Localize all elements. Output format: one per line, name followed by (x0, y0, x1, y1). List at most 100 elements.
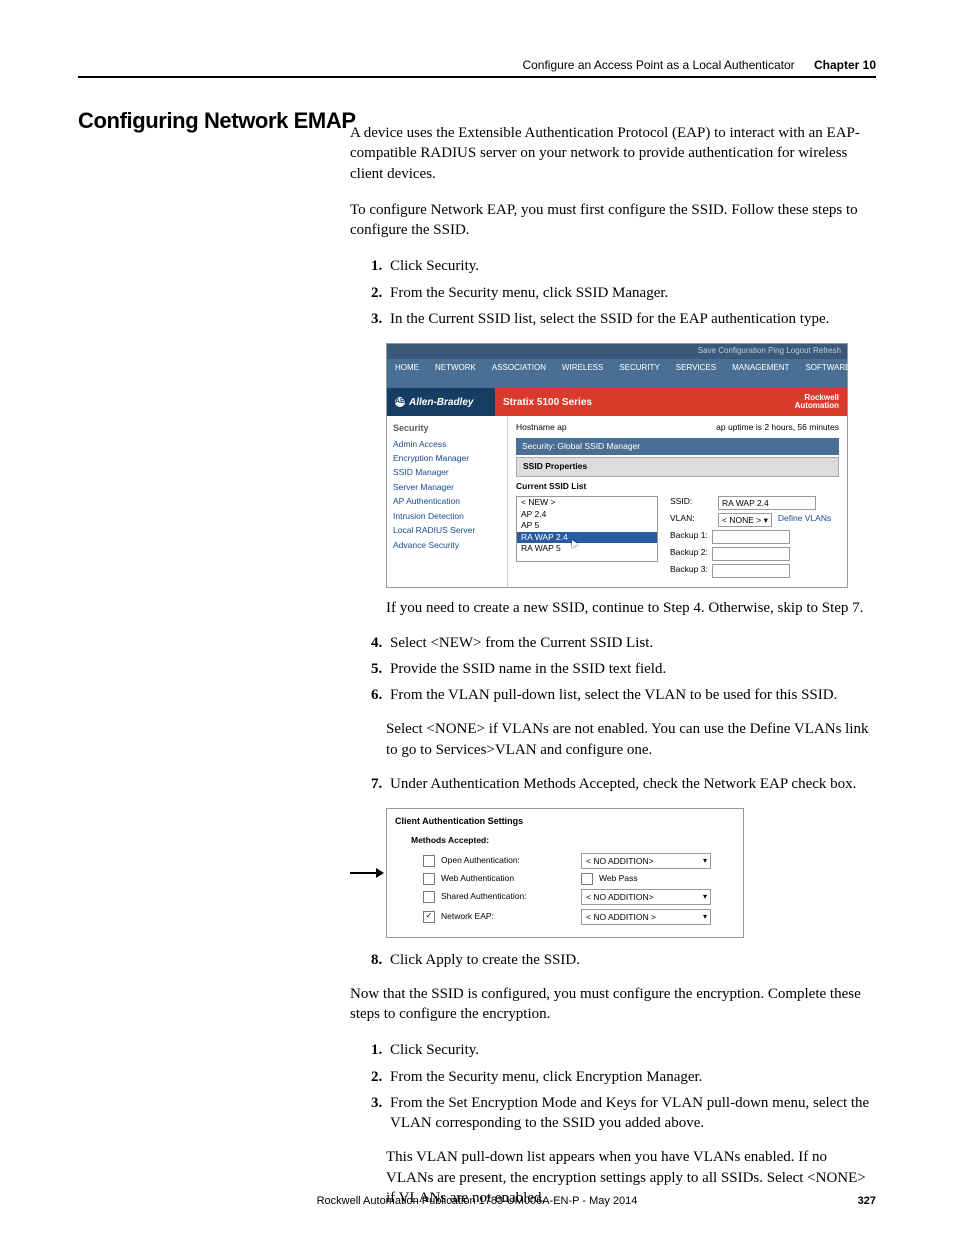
tab-eventlog[interactable]: EVENT LOG (858, 359, 901, 389)
step-3: In the Current SSID list, select the SSI… (386, 309, 876, 329)
vlan-dropdown[interactable]: < NONE > ▾ (718, 513, 772, 527)
step-7: Under Authentication Methods Accepted, c… (386, 774, 876, 794)
backup3-input[interactable] (712, 564, 790, 578)
enc-step-2: From the Security menu, click Encryption… (386, 1067, 876, 1087)
ssid-item-1[interactable]: AP 2.4 (517, 509, 657, 520)
row-web-auth: Web Authentication Web Pass (423, 873, 735, 885)
enc-step-1: Click Security. (386, 1040, 876, 1060)
steps-list-c: Under Authentication Methods Accepted, c… (350, 774, 876, 794)
auth-methods-figure: Client Authentication Settings Methods A… (350, 808, 876, 938)
hostname-label: Hostname ap (516, 422, 567, 433)
nav-tabs: HOME NETWORK ASSOCIATION WIRELESS SECURI… (387, 359, 847, 389)
row-network-eap: ✓ Network EAP: < NO ADDITION > (423, 909, 735, 925)
steps-list-d: Click Apply to create the SSID. (350, 950, 876, 970)
brand-ab-text: Allen-Bradley (409, 396, 473, 410)
backup1-input[interactable] (712, 530, 790, 544)
ssid-item-selected[interactable]: RA WAP 2.4 (517, 532, 657, 543)
nav-admin-access[interactable]: Admin Access (393, 439, 501, 450)
network-eap-label: Network EAP: (441, 911, 581, 922)
callout-arrow-icon (350, 867, 386, 879)
brand-badge-icon: AB (395, 397, 405, 407)
nav-ssid-manager[interactable]: SSID Manager (393, 467, 501, 478)
network-eap-checkbox[interactable]: ✓ (423, 911, 435, 923)
open-auth-dropdown[interactable]: < NO ADDITION> (581, 853, 711, 869)
page-footer: Rockwell Automation Publication 1783-UM0… (78, 1195, 876, 1207)
step-5: Provide the SSID name in the SSID text f… (386, 659, 876, 679)
header-rule (78, 76, 876, 78)
backup2-input[interactable] (712, 547, 790, 561)
left-nav-heading: Security (393, 422, 501, 434)
define-vlans-link[interactable]: Define VLANs (778, 513, 831, 527)
body-column: A device uses the Extensible Authenticat… (350, 108, 876, 1222)
open-auth-checkbox[interactable] (423, 855, 435, 867)
backup3-label: Backup 3: (670, 564, 708, 578)
tab-management[interactable]: MANAGEMENT (724, 359, 797, 389)
brand-series-text: Stratix 5100 Series (503, 396, 592, 410)
ssid-field-label: SSID: (670, 496, 718, 510)
nav-advance-security[interactable]: Advance Security (393, 540, 501, 551)
shared-auth-checkbox[interactable] (423, 891, 435, 903)
intro-para-2: To configure Network EAP, you must first… (350, 200, 876, 241)
encryption-intro: Now that the SSID is configured, you mus… (350, 984, 876, 1025)
auth-settings-heading: Client Authentication Settings (395, 815, 735, 827)
nav-ap-authentication[interactable]: AP Authentication (393, 496, 501, 507)
nav-server-manager[interactable]: Server Manager (393, 482, 501, 493)
after-step6-note: Select <NONE> if VLANs are not enabled. … (386, 719, 876, 760)
ssid-fields: SSID: RA WAP 2.4 VLAN: < NONE > ▾ Define… (670, 496, 831, 581)
section-heading: Configuring Network EMAP (78, 108, 356, 134)
tab-security[interactable]: SECURITY (611, 359, 667, 389)
brand-rockwell: Rockwell Automation (795, 394, 839, 410)
tab-wireless[interactable]: WIRELESS (554, 359, 611, 389)
step-6: From the VLAN pull-down list, select the… (386, 685, 876, 705)
network-eap-dropdown[interactable]: < NO ADDITION > (581, 909, 711, 925)
running-head-text: Configure an Access Point as a Local Aut… (522, 58, 794, 72)
enc-step-3: From the Set Encryption Mode and Keys fo… (386, 1093, 876, 1134)
ssid-item-selected-text: RA WAP 2.4 (521, 532, 568, 542)
tab-services[interactable]: SERVICES (668, 359, 724, 389)
steps-list-e: Click Security. From the Security menu, … (350, 1040, 876, 1133)
backup2-label: Backup 2: (670, 547, 708, 561)
brand-allen-bradley: AB Allen-Bradley (387, 388, 495, 416)
web-auth-label: Web Authentication (441, 873, 581, 884)
step-4: Select <NEW> from the Current SSID List. (386, 633, 876, 653)
intro-para-1: A device uses the Extensible Authenticat… (350, 123, 876, 184)
publication-id: Rockwell Automation Publication 1783-UM0… (78, 1195, 876, 1207)
hostname-row: Hostname ap ap uptime is 2 hours, 56 min… (516, 422, 839, 433)
ssid-columns: < NEW > AP 2.4 AP 5 RA WAP 2.4 RA WAP 5 … (516, 496, 839, 581)
panel-subtitle-bar: SSID Properties (516, 457, 839, 476)
methods-accepted-label: Methods Accepted: (411, 835, 735, 846)
brand-row: AB Allen-Bradley Stratix 5100 Series Roc… (387, 388, 847, 416)
shared-auth-dropdown[interactable]: < NO ADDITION> (581, 889, 711, 905)
web-auth-checkbox[interactable] (423, 873, 435, 885)
nav-local-radius[interactable]: Local RADIUS Server (393, 525, 501, 536)
ssid-item-4[interactable]: RA WAP 5 (517, 543, 657, 554)
auth-methods-screenshot: Client Authentication Settings Methods A… (386, 808, 744, 938)
nav-intrusion-detection[interactable]: Intrusion Detection (393, 511, 501, 522)
row-open-auth: Open Authentication: < NO ADDITION> (423, 853, 735, 869)
brand-series-bar: Stratix 5100 Series Rockwell Automation (495, 388, 847, 416)
ssid-item-new[interactable]: < NEW > (517, 497, 657, 508)
current-ssid-listbox[interactable]: < NEW > AP 2.4 AP 5 RA WAP 2.4 RA WAP 5 (516, 496, 658, 562)
running-head: Configure an Access Point as a Local Aut… (522, 58, 876, 72)
nav-encryption-manager[interactable]: Encryption Manager (393, 453, 501, 464)
tab-network[interactable]: NETWORK (427, 359, 484, 389)
left-nav: Security Admin Access Encryption Manager… (387, 416, 508, 587)
brand-rockwell-l2: Automation (795, 401, 839, 410)
ssid-item-2[interactable]: AP 5 (517, 520, 657, 531)
main-panel: Hostname ap ap uptime is 2 hours, 56 min… (508, 416, 847, 587)
panel-title-bar: Security: Global SSID Manager (516, 438, 839, 455)
ssid-input[interactable]: RA WAP 2.4 (718, 496, 816, 510)
uptime-text: ap uptime is 2 hours, 56 minutes (716, 422, 839, 433)
vlan-field-label: VLAN: (670, 513, 718, 527)
tab-software[interactable]: SOFTWARE (797, 359, 858, 389)
top-utility-bar: Save Configuration Ping Logout Refresh (387, 344, 847, 359)
steps-list-a: Click Security. From the Security menu, … (350, 256, 876, 329)
web-pass-checkbox[interactable] (581, 873, 593, 885)
ssid-list-label: Current SSID List (516, 481, 839, 492)
ssid-manager-screenshot: Save Configuration Ping Logout Refresh H… (386, 343, 848, 588)
open-auth-label: Open Authentication: (441, 855, 581, 866)
tab-home[interactable]: HOME (387, 359, 427, 389)
step-1: Click Security. (386, 256, 876, 276)
tab-association[interactable]: ASSOCIATION (484, 359, 554, 389)
steps-list-b: Select <NEW> from the Current SSID List.… (350, 633, 876, 706)
